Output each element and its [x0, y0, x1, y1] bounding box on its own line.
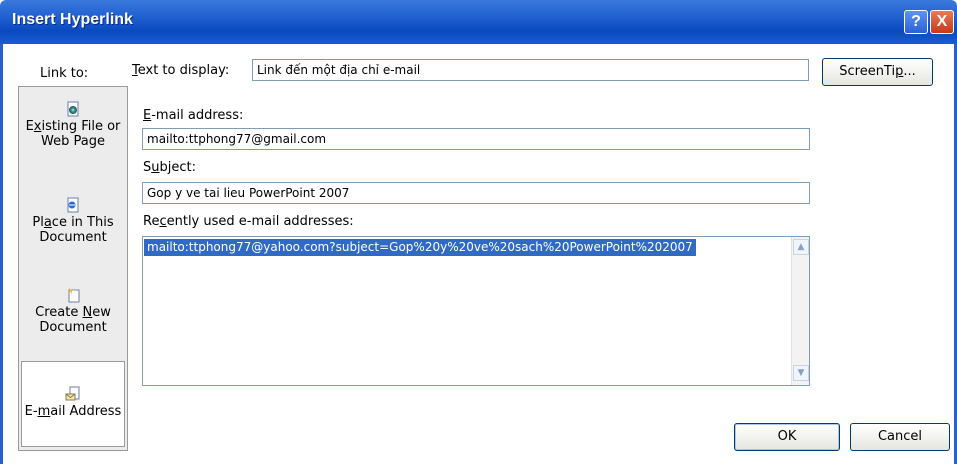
window-title: Insert Hyperlink [12, 11, 133, 28]
recent-addresses-list[interactable]: mailto:ttphong77@yahoo.com?subject=Gop%2… [142, 236, 810, 386]
sidebar-item-place-in-document[interactable]: Place in This Document [19, 197, 127, 245]
sidebar-item-existing-file[interactable]: Existing File or Web Page [19, 101, 127, 149]
new-document-icon [67, 288, 80, 303]
email-address-input[interactable]: mailto:ttphong77@gmail.com [142, 128, 810, 150]
scroll-down-icon[interactable]: ▼ [793, 365, 809, 381]
scroll-up-icon[interactable]: ▲ [793, 239, 809, 255]
close-button[interactable]: X [930, 10, 954, 34]
subject-input[interactable]: Gop y ve tai lieu PowerPoint 2007 [142, 182, 810, 204]
link-to-sidebar: Existing File or Web Page Place in This … [18, 86, 128, 451]
existing-file-icon [67, 101, 79, 117]
list-item[interactable]: mailto:ttphong77@yahoo.com?subject=Gop%2… [144, 239, 696, 256]
place-in-document-icon [67, 197, 79, 213]
link-to-label: Link to: [40, 66, 89, 81]
cancel-button[interactable]: Cancel [850, 423, 950, 451]
title-bar: Insert Hyperlink ? X [0, 0, 957, 44]
ok-button[interactable]: OK [734, 423, 840, 451]
sidebar-item-create-new-document[interactable]: Create New Document [19, 287, 127, 335]
help-button[interactable]: ? [904, 10, 928, 34]
recent-addresses-label: Recently used e-mail addresses: [143, 214, 354, 229]
text-to-display-input[interactable]: Link đến một địa chỉ e-mail [252, 59, 809, 81]
text-to-display-label: Text to display: [132, 63, 230, 78]
subject-label: Subject: [143, 160, 197, 175]
email-address-label: E-mail address: [143, 108, 244, 123]
email-address-icon [65, 386, 80, 401]
list-scrollbar[interactable]: ▲ ▼ [791, 237, 809, 385]
sidebar-item-email-address[interactable]: E-mail Address [21, 361, 125, 447]
screentip-button[interactable]: ScreenTip... [822, 58, 933, 86]
